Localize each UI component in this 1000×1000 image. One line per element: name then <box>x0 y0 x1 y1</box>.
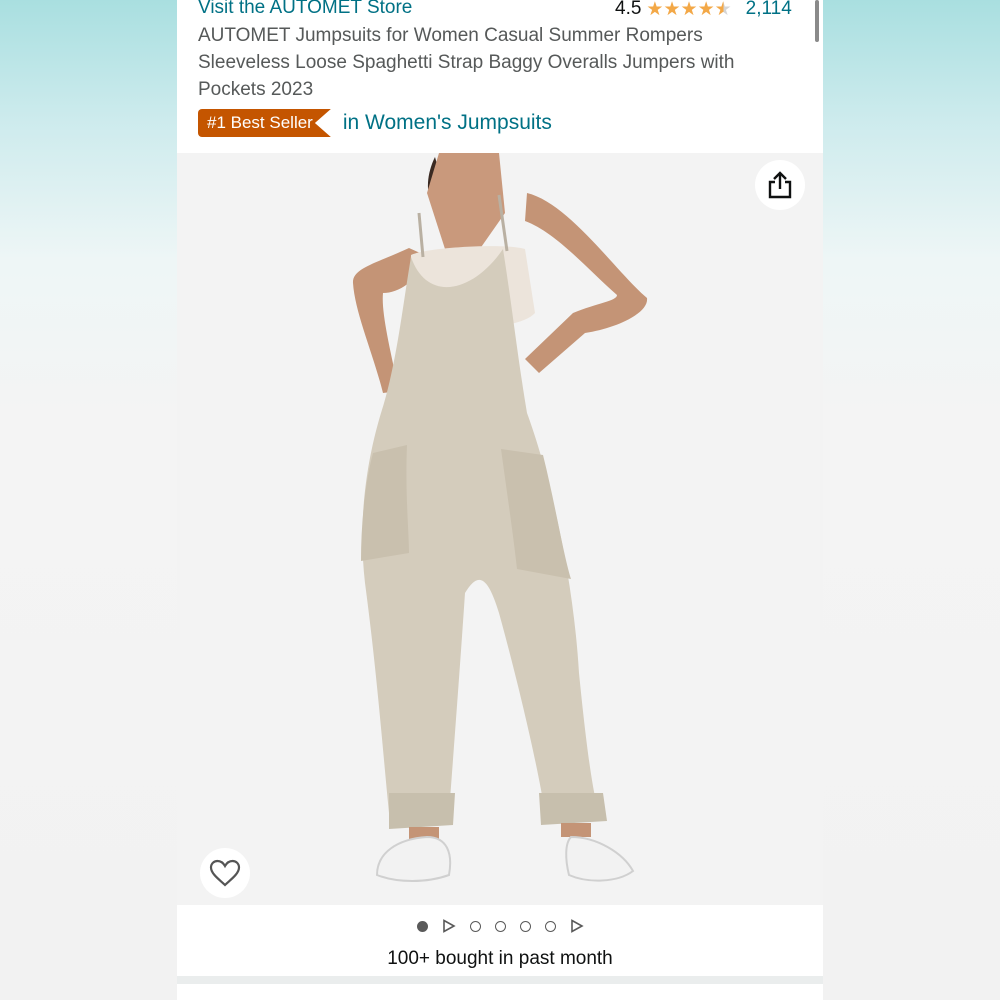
carousel-dot[interactable] <box>519 920 531 932</box>
product-image-carousel[interactable] <box>177 153 823 905</box>
product-title: AUTOMET Jumpsuits for Women Casual Summe… <box>198 25 735 100</box>
rating-count-link[interactable]: 2,114 <box>746 0 792 20</box>
wishlist-button[interactable] <box>200 848 250 898</box>
share-icon <box>768 171 792 199</box>
carousel-dot[interactable] <box>494 920 506 932</box>
carousel-dot[interactable] <box>544 920 556 932</box>
star-icon: ★ <box>697 0 715 20</box>
share-button[interactable] <box>755 160 805 210</box>
carousel-dot[interactable] <box>469 920 481 932</box>
carousel-dot-active[interactable] <box>416 920 428 932</box>
star-rating-icons: ★ ★ ★ ★ ★ <box>646 0 731 19</box>
video-play-icon[interactable] <box>442 919 456 933</box>
section-divider <box>177 976 823 984</box>
rating-summary[interactable]: 4.5 ★ ★ ★ ★ ★ 2,114 <box>615 0 792 21</box>
product-card: Visit the AUTOMET Store 4.5 ★ ★ ★ ★ ★ 2,… <box>177 0 823 1000</box>
heart-icon <box>209 859 241 887</box>
star-icon: ★ <box>680 0 698 20</box>
scrollbar[interactable] <box>815 0 819 42</box>
product-image <box>352 153 648 882</box>
star-icon: ★ <box>663 0 681 20</box>
best-seller-row[interactable]: #1 Best Seller in Women's Jumpsuits <box>198 109 552 137</box>
bought-in-past-month: 100+ bought in past month <box>387 948 613 969</box>
best-seller-badge: #1 Best Seller <box>198 109 331 137</box>
carousel-indicators[interactable] <box>177 915 823 937</box>
store-link[interactable]: Visit the AUTOMET Store <box>198 0 412 19</box>
best-seller-category-link[interactable]: in Women's Jumpsuits <box>343 111 552 135</box>
rating-value: 4.5 <box>615 0 642 19</box>
star-icon: ★ <box>646 0 664 20</box>
video-play-icon[interactable] <box>570 919 584 933</box>
half-star-icon: ★ <box>714 0 732 20</box>
